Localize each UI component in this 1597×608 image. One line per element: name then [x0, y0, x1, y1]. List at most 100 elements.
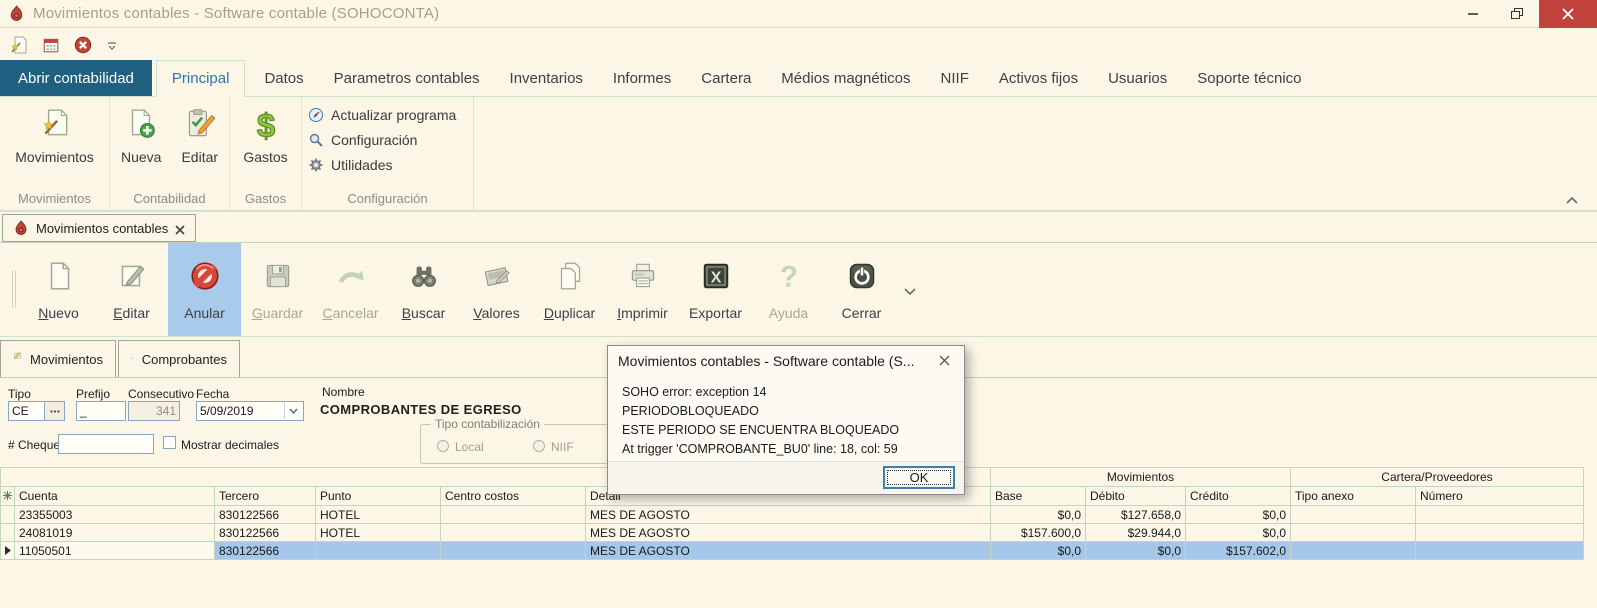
table-row[interactable]: 11050501 830122566 MES DE AGOSTO $0,0 $0… [1, 542, 1584, 560]
toolbar-button-duplicar[interactable]: Duplicar [533, 243, 606, 336]
column-header-debito[interactable]: Débito [1086, 487, 1186, 506]
ok-button[interactable]: OK [883, 466, 955, 489]
column-header-tipo-anexo[interactable]: Tipo anexo [1291, 487, 1416, 506]
new-entry-wand-icon[interactable] [10, 36, 28, 54]
menu-tab-parametros-contables[interactable]: Parametros contables [319, 60, 495, 96]
close-button[interactable] [1539, 0, 1597, 28]
toolbar-button-exportar[interactable]: X Exportar [679, 243, 752, 336]
niif-radio[interactable] [533, 440, 545, 452]
fecha-input[interactable]: 5/09/2019 [196, 401, 304, 421]
ribbon-button-actualizar-programa[interactable]: Actualizar programa [308, 107, 456, 123]
cell-credito[interactable]: $157.602,0 [1186, 542, 1291, 560]
cell-tipo-anexo[interactable] [1291, 524, 1416, 542]
cancel-circle-icon[interactable] [74, 36, 92, 54]
current-row-indicator[interactable] [1, 542, 15, 560]
cell-cuenta[interactable]: 11050501 [15, 542, 215, 560]
ribbon-button-gastos[interactable]: $ Gastos [235, 101, 295, 167]
document-tab-close-icon[interactable] [175, 223, 185, 233]
menu-tab-principal[interactable]: Principal [156, 60, 246, 97]
toolbar-button-anular[interactable]: Anular [168, 243, 241, 336]
cell-centro-costos[interactable] [441, 542, 586, 560]
cell-base[interactable]: $0,0 [991, 506, 1086, 524]
local-radio[interactable] [437, 440, 449, 452]
toolbar-button-valores[interactable]: Valores [460, 243, 533, 336]
toolbar-button-guardar[interactable]: Guardar [241, 243, 314, 336]
cell-numero[interactable] [1416, 524, 1584, 542]
cell-punto[interactable]: HOTEL [316, 524, 441, 542]
toolbar-button-cerrar[interactable]: Cerrar [825, 243, 898, 336]
cell-tercero[interactable]: 830122566 [215, 542, 316, 560]
toolbar-button-ayuda[interactable]: ? Ayuda [752, 243, 825, 336]
cell-centro-costos[interactable] [441, 506, 586, 524]
menu-tab-niif[interactable]: NIIF [926, 60, 984, 96]
menu-tab-cartera[interactable]: Cartera [686, 60, 766, 96]
minimize-button[interactable] [1451, 0, 1495, 28]
menu-tab-soporte-tecnico[interactable]: Soporte técnico [1182, 60, 1316, 96]
cell-numero[interactable] [1416, 542, 1584, 560]
toolbar-more-chevron-icon[interactable] [904, 283, 916, 291]
column-header-punto[interactable]: Punto [316, 487, 441, 506]
cell-centro-costos[interactable] [441, 524, 586, 542]
cell-debito[interactable]: $0,0 [1086, 542, 1186, 560]
cell-detalle[interactable]: MES DE AGOSTO [586, 524, 991, 542]
cheque-input[interactable] [58, 434, 154, 454]
tipo-browse-button[interactable] [45, 401, 65, 421]
column-header-centro-costos[interactable]: Centro costos [441, 487, 586, 506]
calendar-icon[interactable] [42, 36, 60, 54]
column-header-cuenta[interactable]: Cuenta [15, 487, 215, 506]
document-tab-movimientos-contables[interactable]: Movimientos contables [2, 214, 196, 242]
fecha-dropdown-icon[interactable] [284, 403, 302, 419]
menu-tab-usuarios[interactable]: Usuarios [1093, 60, 1182, 96]
cell-detalle[interactable]: MES DE AGOSTO [586, 542, 991, 560]
cell-base[interactable]: $0,0 [991, 542, 1086, 560]
menu-tab-activos-fijos[interactable]: Activos fijos [984, 60, 1093, 96]
app-menu-button[interactable]: Abrir contabilidad [0, 60, 152, 96]
toolbar-button-cancelar[interactable]: Cancelar [314, 243, 387, 336]
menu-tab-medios-magneticos[interactable]: Médios magnéticos [766, 60, 925, 96]
ribbon-button-utilidades[interactable]: Utilidades [308, 157, 392, 173]
cell-cuenta[interactable]: 23355003 [15, 506, 215, 524]
ribbon-collapse-icon[interactable] [1565, 192, 1579, 202]
column-header-base[interactable]: Base [991, 487, 1086, 506]
mostrar-decimales-checkbox[interactable] [163, 436, 176, 449]
cell-numero[interactable] [1416, 506, 1584, 524]
cell-tercero[interactable]: 830122566 [215, 506, 316, 524]
cell-tipo-anexo[interactable] [1291, 542, 1416, 560]
table-row[interactable]: 23355003 830122566 HOTEL MES DE AGOSTO $… [1, 506, 1584, 524]
ribbon-button-nueva[interactable]: Nueva [113, 101, 169, 167]
ribbon-button-movimientos[interactable]: Movimientos [7, 101, 102, 167]
row-selector[interactable] [1, 524, 15, 542]
ribbon-button-editar[interactable]: Editar [173, 101, 226, 167]
cell-cuenta[interactable]: 24081019 [15, 524, 215, 542]
restore-button[interactable] [1495, 0, 1539, 28]
column-header-tercero[interactable]: Tercero [215, 487, 316, 506]
toolbar-button-nuevo[interactable]: Nuevo [22, 243, 95, 336]
toolbar-button-buscar[interactable]: Buscar [387, 243, 460, 336]
cell-debito[interactable]: $29.944,0 [1086, 524, 1186, 542]
cell-base[interactable]: $157.600,0 [991, 524, 1086, 542]
dialog-close-icon[interactable] [924, 346, 964, 375]
cell-detalle[interactable]: MES DE AGOSTO [586, 506, 991, 524]
toolbar-overflow-icon[interactable] [106, 39, 118, 51]
toolbar-button-imprimir[interactable]: Imprimir [606, 243, 679, 336]
cell-debito[interactable]: $127.658,0 [1086, 506, 1186, 524]
column-header-credito[interactable]: Crédito [1186, 487, 1291, 506]
cell-tipo-anexo[interactable] [1291, 506, 1416, 524]
ribbon-button-configuracion[interactable]: Configuración [308, 132, 417, 148]
row-selector[interactable] [1, 506, 15, 524]
menu-tab-informes[interactable]: Informes [598, 60, 686, 96]
menu-tab-datos[interactable]: Datos [249, 60, 318, 96]
subtab-movimientos[interactable]: Movimientos [0, 340, 116, 377]
toolbar-button-editar[interactable]: Editar [95, 243, 168, 336]
cell-punto[interactable]: HOTEL [316, 506, 441, 524]
cell-punto[interactable] [316, 542, 441, 560]
cell-credito[interactable]: $0,0 [1186, 506, 1291, 524]
prefijo-input[interactable]: _ [76, 401, 126, 421]
toolbar-grip[interactable] [12, 271, 16, 308]
menu-tab-inventarios[interactable]: Inventarios [495, 60, 598, 96]
column-header-numero[interactable]: Número [1416, 487, 1584, 506]
tipo-input[interactable]: CE [8, 401, 45, 421]
cell-tercero[interactable]: 830122566 [215, 524, 316, 542]
subtab-comprobantes[interactable]: Comprobantes [118, 340, 240, 377]
table-row[interactable]: 24081019 830122566 HOTEL MES DE AGOSTO $… [1, 524, 1584, 542]
